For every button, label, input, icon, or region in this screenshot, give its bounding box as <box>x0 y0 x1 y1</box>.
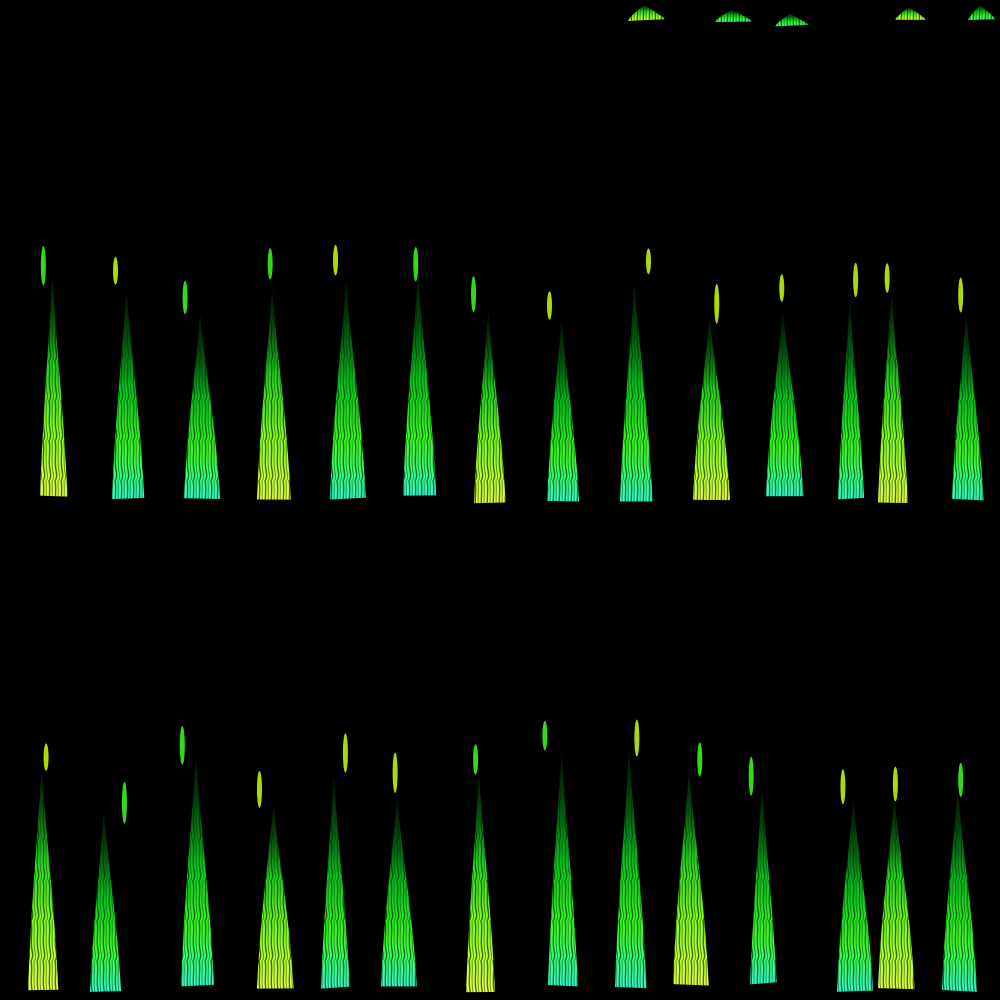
flame-spark <box>714 283 720 324</box>
flame-streaks <box>548 750 578 987</box>
flame-streaks <box>878 796 915 990</box>
flame-spark <box>121 781 127 824</box>
flame-spark <box>958 277 964 313</box>
flame-streaks <box>750 784 777 985</box>
flame-spark <box>634 719 640 757</box>
flame-streaks <box>952 312 984 501</box>
flame-streaks <box>474 312 506 504</box>
flame-spark <box>43 743 49 771</box>
flame-streaks <box>942 788 977 992</box>
flame-streaks <box>40 275 68 497</box>
bottom-row <box>28 719 977 993</box>
flame-streaks <box>628 4 665 21</box>
flame-streaks <box>466 771 496 993</box>
middle-row <box>40 244 984 504</box>
flame-streaks <box>837 799 874 992</box>
flame-spark <box>112 256 118 285</box>
flame-spark <box>748 756 754 796</box>
flame-spark <box>182 280 188 315</box>
flames-layer <box>28 4 996 993</box>
flame-spark <box>884 263 890 293</box>
fire-canvas <box>28 4 996 993</box>
flame-streaks <box>673 768 709 986</box>
flame-streaks <box>90 811 122 992</box>
flame-streaks <box>766 311 804 497</box>
flame-spark <box>697 742 703 777</box>
flame-spark <box>413 247 419 282</box>
flame-streaks <box>968 4 996 21</box>
flame-streaks <box>693 316 731 501</box>
flame-spark <box>958 762 964 798</box>
flame-spark <box>267 248 273 280</box>
flame-streaks <box>184 315 221 500</box>
flame-spark <box>892 766 898 802</box>
flame-spark <box>473 744 479 775</box>
flame-streaks <box>181 756 214 987</box>
flame-streaks <box>547 319 580 502</box>
flame-streaks <box>878 292 909 503</box>
flame-spark <box>179 726 185 765</box>
flame-spark <box>542 720 548 751</box>
flame-streaks <box>895 6 926 20</box>
flame-streaks <box>403 275 437 496</box>
flame-spark <box>840 769 846 805</box>
flame-streaks <box>330 281 366 500</box>
flame-spark <box>256 770 262 808</box>
fire-effect-scene <box>0 0 1000 1000</box>
flame-spark <box>333 244 339 276</box>
flame-spark <box>40 246 46 286</box>
flame-spark <box>779 274 785 302</box>
flame-streaks <box>257 803 294 989</box>
top-partial-row <box>628 4 996 27</box>
flame-streaks <box>838 298 865 500</box>
flame-spark <box>853 262 859 298</box>
flame-spark <box>392 752 398 793</box>
flame-streaks <box>615 748 647 989</box>
flame-streaks <box>620 282 653 502</box>
flame-streaks <box>381 797 417 987</box>
flame-streaks <box>775 13 809 27</box>
flame-streaks <box>715 9 752 23</box>
flame-streaks <box>321 776 350 989</box>
flame-streaks <box>112 289 145 500</box>
flame-streaks <box>257 289 291 500</box>
flame-streaks <box>28 766 59 991</box>
flame-spark <box>645 248 651 275</box>
flame-spark <box>547 291 553 320</box>
flame-spark <box>471 276 477 313</box>
flame-spark <box>342 733 348 773</box>
